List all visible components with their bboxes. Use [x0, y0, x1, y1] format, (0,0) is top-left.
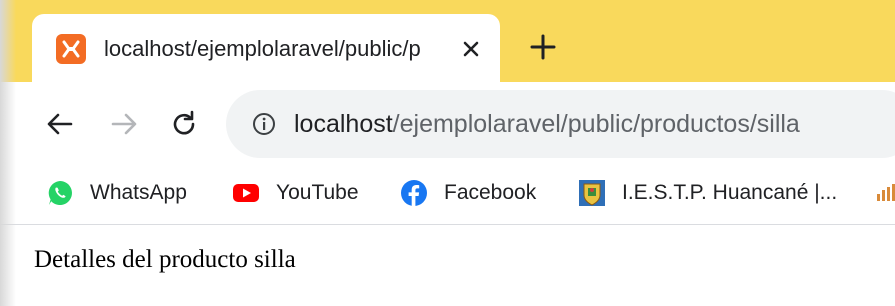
bookmark-iestp-huancane[interactable]: I.E.S.T.P. Huancané |... — [578, 178, 837, 208]
facebook-icon — [400, 179, 428, 207]
reload-icon[interactable] — [168, 108, 200, 140]
toolbar-divider — [0, 224, 895, 225]
address-bar[interactable]: localhost/ejemplolaravel/public/producto… — [226, 90, 895, 158]
url-text[interactable]: localhost/ejemplolaravel/public/producto… — [294, 108, 800, 140]
whatsapp-icon — [46, 179, 74, 207]
browser-toolbar: localhost/ejemplolaravel/public/producto… — [0, 82, 895, 166]
youtube-icon — [232, 179, 260, 207]
tab-title: localhost/ejemplolaravel/public/p — [104, 36, 421, 61]
site-info-icon[interactable] — [252, 112, 276, 136]
new-tab-button[interactable] — [526, 30, 560, 64]
url-host: localhost — [294, 110, 393, 138]
active-tab[interactable]: localhost/ejemplolaravel/public/p — [32, 14, 500, 82]
bookmark-facebook[interactable]: Facebook — [400, 178, 536, 208]
school-crest-icon — [578, 179, 606, 207]
window-shadow — [0, 0, 16, 306]
bookmark-label: I.E.S.T.P. Huancané |... — [622, 181, 838, 204]
url-path: /ejemplolaravel/public/productos/silla — [392, 110, 800, 138]
bookmark-label: Facebook — [444, 181, 537, 204]
tab-strip: localhost/ejemplolaravel/public/p — [0, 0, 895, 82]
bookmark-label: WhatsApp — [90, 181, 187, 204]
back-arrow-icon[interactable] — [44, 108, 76, 140]
page-content-text: Detalles del producto silla — [34, 246, 296, 273]
bookmarks-bar: WhatsApp YouTube Facebook I.E.S.T.P. Hua… — [0, 166, 895, 222]
close-tab-icon[interactable] — [458, 36, 484, 62]
xampp-icon — [56, 34, 86, 64]
bookmark-label: YouTube — [276, 181, 359, 204]
browser-window: localhost/ejemplolaravel/public/p localh… — [0, 0, 895, 306]
more-bookmarks-icon[interactable] — [874, 184, 895, 202]
bookmark-youtube[interactable]: YouTube — [232, 178, 359, 208]
bookmark-whatsapp[interactable]: WhatsApp — [46, 178, 187, 208]
forward-arrow-icon[interactable] — [108, 108, 140, 140]
